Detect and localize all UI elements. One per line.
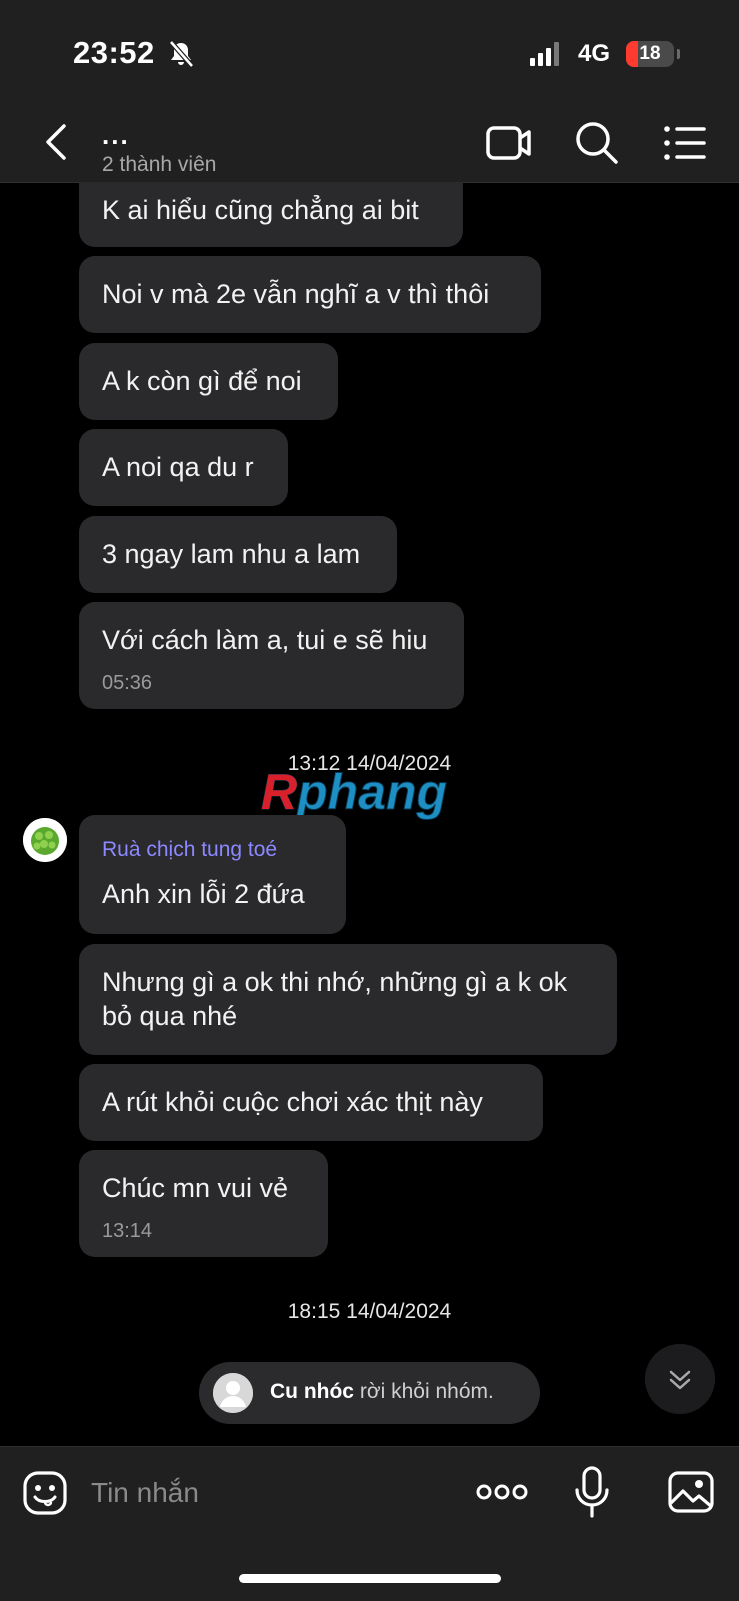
message-text: Với cách làm a, tui e sẽ hiu	[102, 625, 428, 655]
sender-name[interactable]: Ruà chịch tung toé	[102, 833, 323, 867]
more-options-icon[interactable]	[476, 1478, 528, 1506]
battery-icon: 18	[626, 41, 674, 67]
user-placeholder-icon	[213, 1373, 253, 1413]
svg-text:R: R	[261, 765, 297, 820]
system-notice-text: Cu nhóc rời khỏi nhóm.	[270, 1380, 494, 1404]
message-text: K ai hiểu cũng chẳng ai bit	[102, 195, 419, 225]
message-text: A k còn gì để noi	[102, 366, 302, 396]
search-icon[interactable]	[574, 120, 620, 166]
status-time: 23:52	[73, 35, 155, 70]
message-bubble[interactable]: Với cách làm a, tui e sẽ hiu 05:36	[79, 602, 464, 709]
system-notice-action: rời khỏi nhóm.	[354, 1380, 494, 1403]
group-name[interactable]: ...	[102, 120, 130, 151]
message-bubble[interactable]: A rút khỏi cuộc chơi xác thịt này	[79, 1064, 543, 1141]
message-text: Nhưng gì a ok thi nhớ, những gì a k ok b…	[102, 967, 568, 1031]
signal-icon	[530, 42, 559, 66]
message-bubble[interactable]: A noi qa du r	[79, 429, 288, 506]
video-call-icon[interactable]	[486, 120, 532, 166]
battery-level: 18	[639, 43, 661, 64]
message-bubble[interactable]: Chúc mn vui vẻ 13:14	[79, 1150, 328, 1257]
message-bubble[interactable]: K ai hiểu cũng chẳng ai bit	[79, 182, 463, 247]
home-indicator	[239, 1574, 501, 1583]
message-bubble[interactable]: Ruà chịch tung toé Anh xin lỗi 2 đứa	[79, 815, 346, 934]
message-text: A noi qa du r	[102, 452, 254, 482]
image-icon[interactable]	[667, 1470, 715, 1514]
message-text: A rút khỏi cuộc chơi xác thịt này	[102, 1087, 483, 1117]
battery-cap	[677, 49, 680, 59]
date-separator: 18:15 14/04/2024	[287, 1300, 452, 1323]
message-bubble[interactable]: A k còn gì để noi	[79, 343, 338, 420]
back-icon[interactable]	[40, 120, 74, 164]
microphone-icon[interactable]	[574, 1466, 610, 1518]
message-bubble[interactable]: 3 ngay lam nhu a lam	[79, 516, 397, 593]
emoji-icon[interactable]	[22, 1470, 68, 1516]
bell-slash-icon	[169, 40, 194, 68]
system-notice-name[interactable]: Cu nhóc	[270, 1380, 354, 1403]
message-text: Anh xin lỗi 2 đứa	[102, 879, 305, 909]
network-type: 4G	[578, 40, 611, 67]
avatar[interactable]	[23, 818, 67, 862]
message-text: Noi v mà 2e vẫn nghĩ a v thì thôi	[102, 279, 490, 309]
message-bubble[interactable]: Noi v mà 2e vẫn nghĩ a v thì thôi	[79, 256, 541, 333]
message-time: 13:14	[102, 1220, 153, 1242]
member-count[interactable]: 2 thành viên	[102, 153, 216, 177]
message-time: 05:36	[102, 672, 153, 694]
system-notice: Cu nhóc rời khỏi nhóm.	[199, 1362, 540, 1424]
message-text: Chúc mn vui vẻ	[102, 1173, 289, 1203]
scroll-down-icon[interactable]	[645, 1344, 715, 1414]
message-input[interactable]	[89, 1472, 453, 1514]
message-bubble[interactable]: Nhưng gì a ok thi nhớ, những gì a k ok b…	[79, 944, 617, 1055]
message-text: 3 ngay lam nhu a lam	[102, 539, 361, 569]
menu-list-icon[interactable]	[662, 120, 708, 166]
